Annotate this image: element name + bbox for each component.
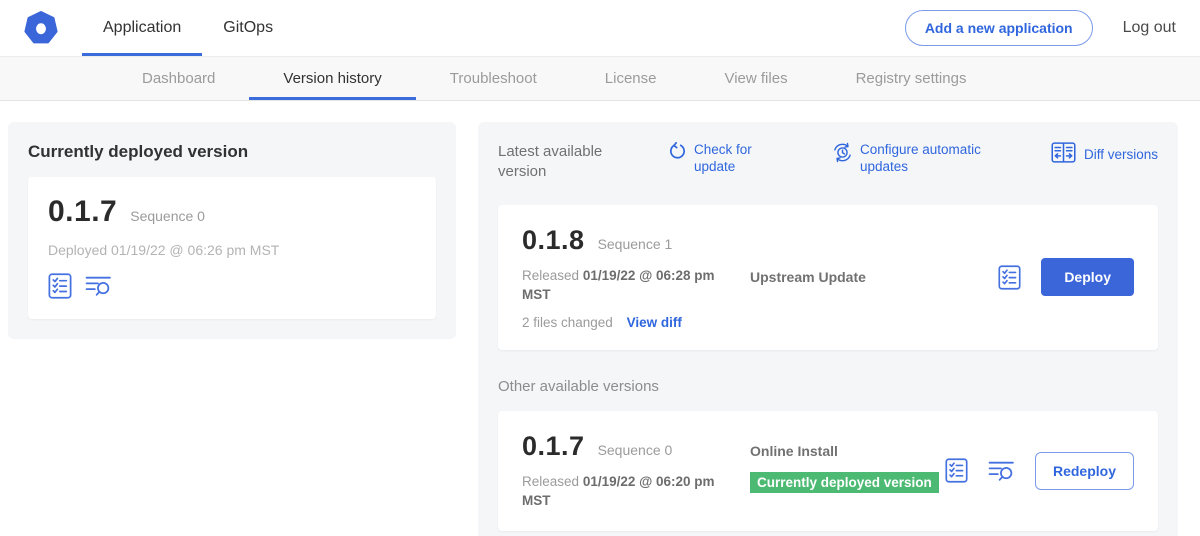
app-logo[interactable] bbox=[24, 0, 58, 56]
currently-deployed-panel: Currently deployed version 0.1.7 Sequenc… bbox=[8, 122, 456, 339]
tab-application[interactable]: Application bbox=[82, 0, 202, 56]
subnav-tab-troubleshoot[interactable]: Troubleshoot bbox=[416, 57, 571, 100]
deployed-timestamp: Deployed 01/19/22 @ 06:26 pm MST bbox=[48, 242, 416, 258]
other-released-timestamp: Released 01/19/22 @ 06:20 pm MST bbox=[522, 472, 718, 511]
latest-source-label: Upstream Update bbox=[750, 269, 955, 285]
subnav-tab-version-history[interactable]: Version history bbox=[249, 57, 415, 100]
latest-version-number: 0.1.8 bbox=[522, 225, 585, 256]
deployed-version-card: 0.1.7 Sequence 0 Deployed 01/19/22 @ 06:… bbox=[28, 177, 436, 319]
preflight-checklist-icon[interactable] bbox=[945, 458, 968, 483]
auto-update-clock-icon bbox=[832, 142, 853, 168]
subnav-tab-view-files[interactable]: View files bbox=[690, 57, 821, 100]
subnav-tab-dashboard[interactable]: Dashboard bbox=[108, 57, 249, 100]
other-version-card: 0.1.7 Sequence 0 Released 01/19/22 @ 06:… bbox=[498, 411, 1158, 531]
other-sequence-label: Sequence 0 bbox=[598, 442, 673, 458]
other-version-number: 0.1.7 bbox=[522, 431, 585, 462]
other-source-label: Online Install bbox=[750, 443, 945, 459]
refresh-icon bbox=[668, 142, 687, 166]
subnav-tab-license[interactable]: License bbox=[571, 57, 691, 100]
other-versions-title: Other available versions bbox=[498, 378, 1158, 395]
main-content: Currently deployed version 0.1.7 Sequenc… bbox=[0, 101, 1200, 536]
add-new-application-button[interactable]: Add a new application bbox=[905, 10, 1093, 46]
latest-released-timestamp: Released 01/19/22 @ 06:28 pm MST bbox=[522, 266, 718, 305]
logout-button[interactable]: Log out bbox=[1123, 19, 1176, 37]
view-logs-icon[interactable] bbox=[85, 273, 112, 299]
view-logs-icon[interactable] bbox=[988, 459, 1015, 483]
top-header: Application GitOps Add a new application… bbox=[0, 0, 1200, 57]
files-changed-label: 2 files changed bbox=[522, 315, 613, 330]
currently-deployed-badge: Currently deployed version bbox=[750, 472, 939, 493]
preflight-checklist-icon[interactable] bbox=[998, 265, 1021, 290]
preflight-checklist-icon[interactable] bbox=[48, 273, 72, 299]
version-history-panel: Latest available version Check for updat… bbox=[478, 122, 1178, 536]
deploy-button[interactable]: Deploy bbox=[1041, 258, 1134, 296]
latest-available-title: Latest available version bbox=[498, 142, 630, 183]
diff-versions-link[interactable]: Diff versions bbox=[1051, 142, 1158, 166]
deployed-version-number: 0.1.7 bbox=[48, 195, 117, 229]
configure-automatic-updates-link[interactable]: Configure automatic updates bbox=[832, 142, 992, 176]
deployed-sequence-label: Sequence 0 bbox=[130, 208, 205, 224]
tab-gitops[interactable]: GitOps bbox=[202, 0, 294, 56]
redeploy-button[interactable]: Redeploy bbox=[1035, 452, 1134, 490]
diff-table-icon bbox=[1051, 142, 1076, 166]
header-right: Add a new application Log out bbox=[905, 0, 1176, 56]
latest-version-card: 0.1.8 Sequence 1 Released 01/19/22 @ 06:… bbox=[498, 205, 1158, 350]
check-for-update-link[interactable]: Check for update bbox=[668, 142, 768, 176]
latest-sequence-label: Sequence 1 bbox=[598, 236, 673, 252]
heptagon-logo-icon bbox=[24, 11, 58, 45]
subnav-tab-registry-settings[interactable]: Registry settings bbox=[822, 57, 1001, 100]
deployed-panel-title: Currently deployed version bbox=[28, 142, 436, 162]
app-subnav: Dashboard Version history Troubleshoot L… bbox=[0, 57, 1200, 101]
view-diff-link[interactable]: View diff bbox=[627, 315, 682, 330]
